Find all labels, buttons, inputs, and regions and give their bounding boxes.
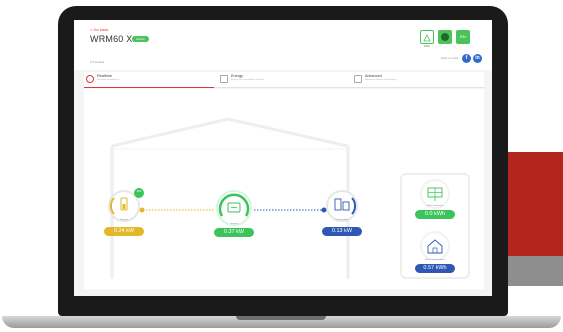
page: < Go back WRM60 X Online 0.0 Details Pla…: [0, 0, 563, 332]
home-caption: Home Consumption: [425, 259, 445, 261]
inverter-power-value: 0.37 kW: [214, 228, 254, 237]
inverter-caption: Inverter: [230, 223, 238, 225]
tab-sublabel: Advanced statistics and analysis: [365, 79, 397, 81]
consumption-caption: Consumption: [335, 219, 349, 221]
tab-label: Energy: [231, 74, 244, 78]
tab-energy[interactable]: Energy Energy and consumption statistics: [218, 72, 348, 88]
battery-soc-badge: 10%: [134, 188, 144, 198]
tab-bar: Realtime Real-time performance Energy En…: [84, 72, 484, 88]
linkedin-icon[interactable]: in: [473, 54, 482, 63]
back-link[interactable]: < Go back: [90, 27, 108, 32]
consumption-node[interactable]: [326, 190, 358, 222]
plant-icon[interactable]: [420, 30, 434, 44]
laptop-notch: [236, 316, 326, 320]
battery-power-value: 0.24 kW: [104, 227, 144, 236]
home-icon: [427, 239, 443, 254]
page-title: WRM60 X: [90, 34, 133, 44]
app-screen: < Go back WRM60 X Online 0.0 Details Pla…: [74, 20, 492, 296]
appliance-icon: [334, 197, 356, 215]
tab-advanced[interactable]: Advanced Advanced statistics and analysi…: [352, 72, 482, 88]
solar-energy-value: 0.0 kWh: [415, 210, 455, 219]
device-status-icon[interactable]: [438, 30, 452, 44]
social-label: Share on social: [440, 57, 458, 60]
inverter-node[interactable]: [216, 190, 252, 226]
header-actions: Plant EN: [420, 30, 482, 54]
background-red-block: [500, 152, 563, 256]
lang-icon[interactable]: EN: [456, 30, 470, 44]
page-subtitle: 0.0 Details: [90, 60, 105, 64]
refresh-icon: [86, 75, 94, 83]
totals-panel: Solar Production 0.0 kWh Home Consumptio…: [400, 173, 470, 279]
plant-caption: Plant: [424, 45, 430, 48]
social-bar: Share on social f in: [402, 54, 482, 64]
facebook-icon[interactable]: f: [462, 54, 471, 63]
background-grey-block: [500, 256, 563, 286]
home-energy-value: 0.57 kWh: [415, 264, 455, 273]
battery-icon: [110, 197, 128, 215]
page-header: < Go back WRM60 X Online 0.0 Details Pla…: [74, 20, 492, 70]
status-badge: Online: [132, 36, 149, 42]
bar-chart-icon: [220, 75, 228, 83]
home-node[interactable]: [420, 231, 450, 261]
lang-caption: EN: [460, 34, 466, 39]
battery-soc-text: 10%: [136, 190, 142, 193]
inverter-icon: [218, 193, 250, 217]
battery-caption: Storage: [120, 219, 128, 221]
energy-flow-panel: 10% Storage 0.24 kW Inverter 0.37 kW Con…: [84, 89, 484, 289]
solar-panel-icon: [427, 187, 443, 201]
tab-realtime[interactable]: Realtime Real-time performance: [84, 72, 214, 88]
solar-caption: Solar Production: [426, 205, 444, 207]
tab-label: Advanced: [365, 74, 382, 78]
tab-sublabel: Energy and consumption statistics: [231, 79, 265, 81]
tab-label: Realtime: [97, 74, 112, 78]
tab-sublabel: Real-time performance: [97, 79, 120, 81]
advanced-chart-icon: [354, 75, 362, 83]
consumption-power-value: 0.13 kW: [322, 227, 362, 236]
